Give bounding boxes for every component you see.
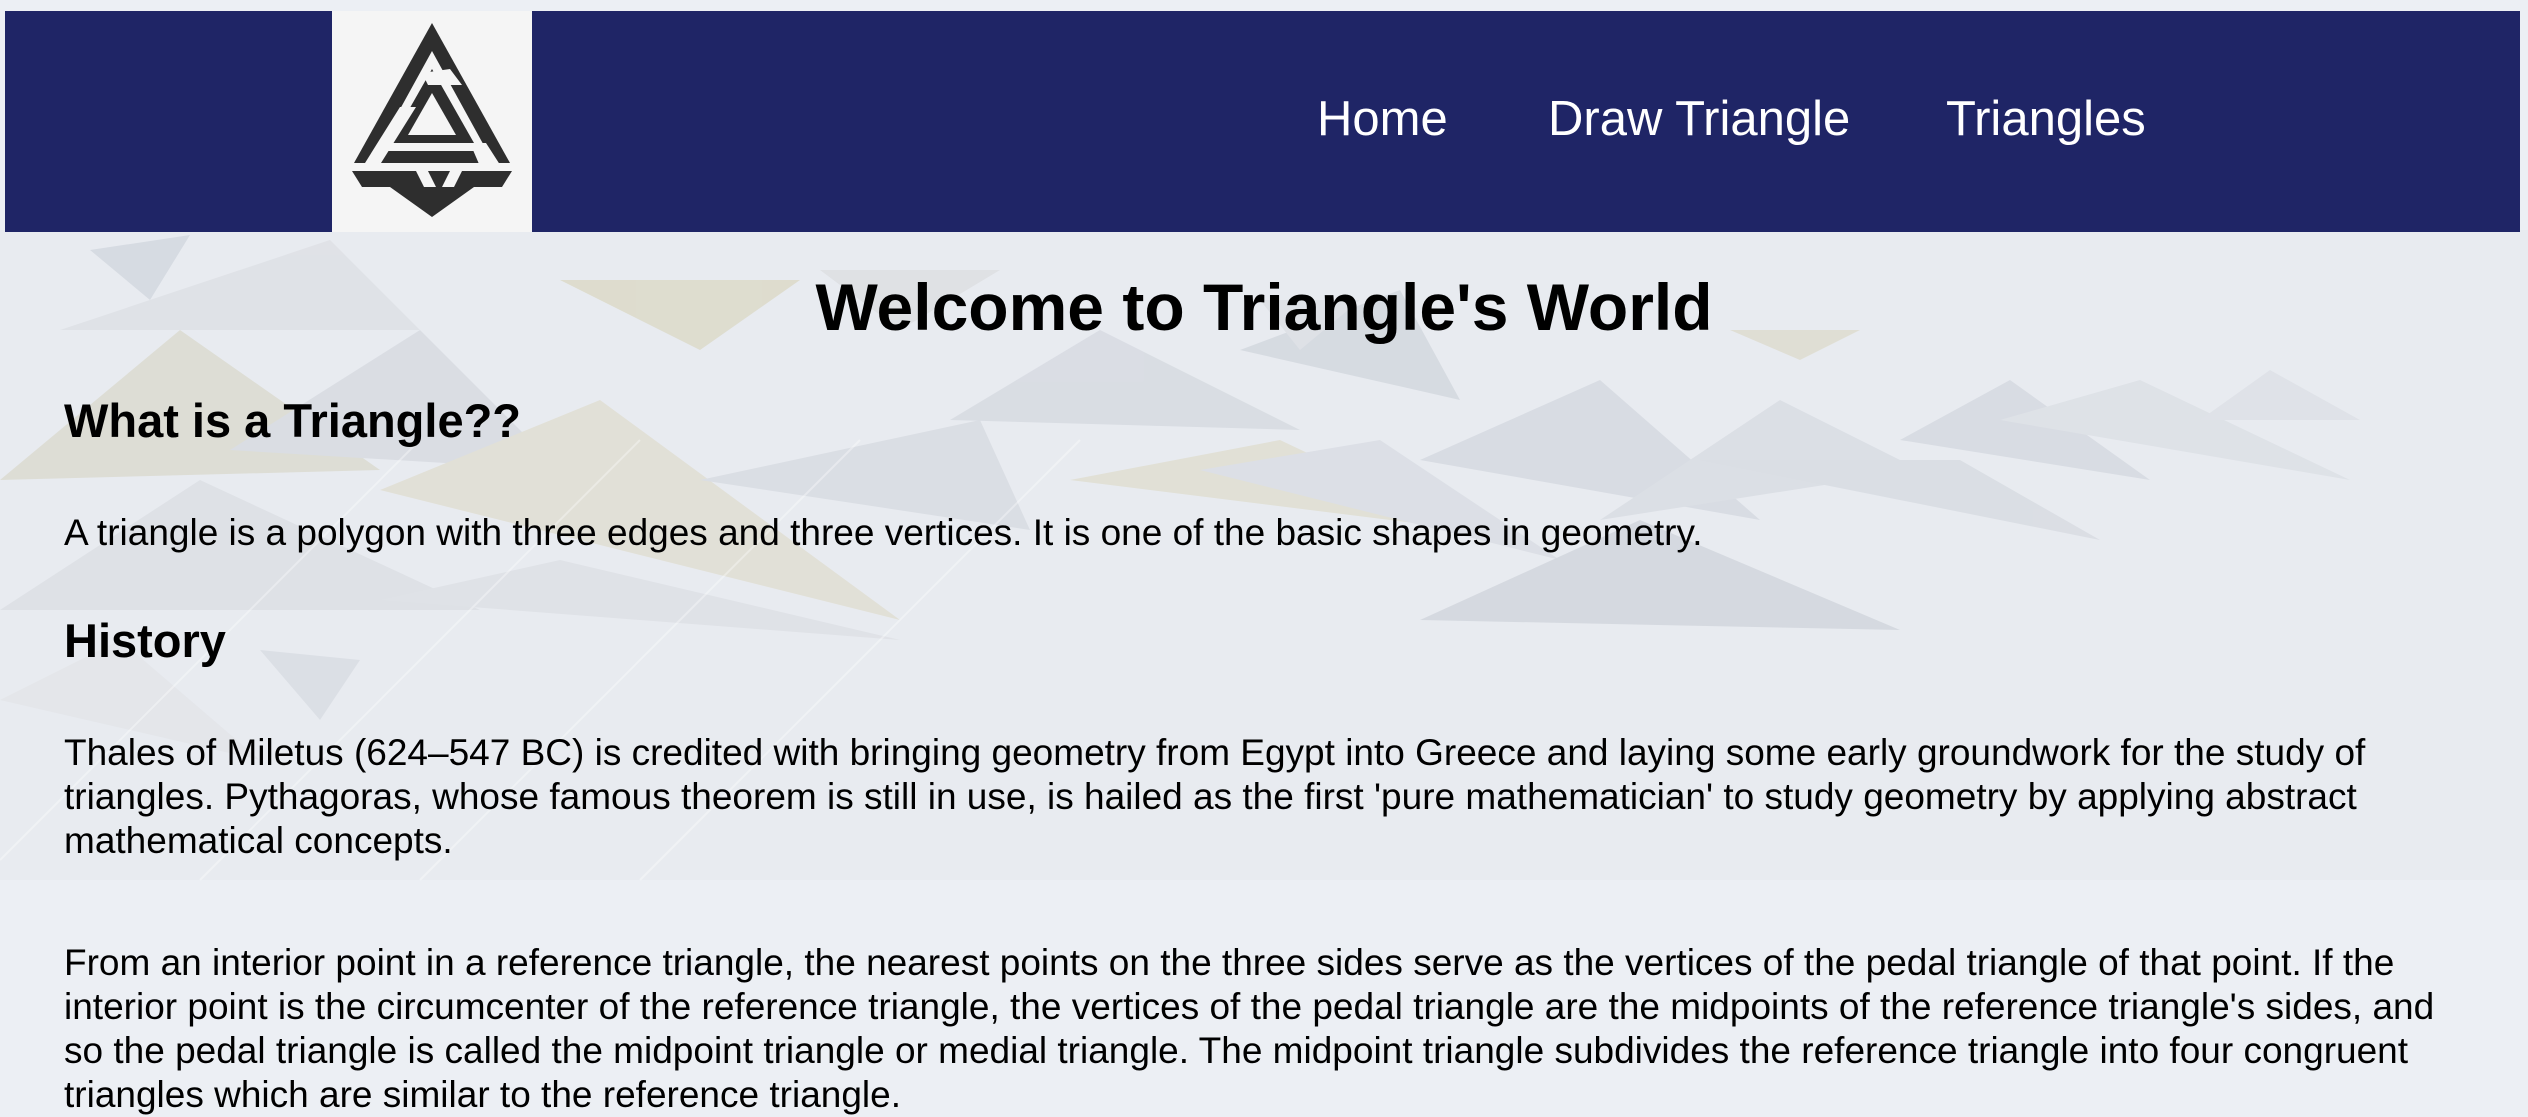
site-logo[interactable]	[332, 11, 532, 232]
nav-link-home[interactable]: Home	[1317, 95, 1448, 144]
nav-link-triangles[interactable]: Triangles	[1946, 95, 2146, 144]
section-heading-history: History	[64, 614, 226, 667]
page-title: Welcome to Triangle's World	[815, 270, 1713, 344]
section-heading-what-is: What is a Triangle??	[64, 394, 522, 447]
nav-link-draw-triangle[interactable]: Draw Triangle	[1548, 95, 1850, 144]
triangle-knot-logo-icon	[352, 23, 512, 217]
paragraph-pedal-triangle: From an interior point in a reference tr…	[64, 942, 2435, 1115]
paragraph-history: Thales of Miletus (624–547 BC) is credit…	[64, 732, 2366, 861]
paragraph-definition: A triangle is a polygon with three edges…	[64, 512, 1703, 553]
